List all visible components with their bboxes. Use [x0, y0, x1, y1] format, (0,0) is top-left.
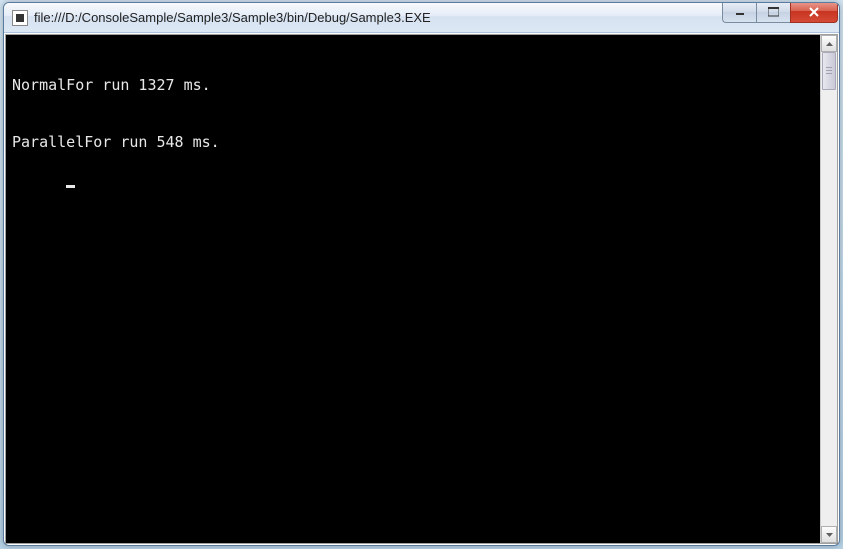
scroll-up-button[interactable]: [821, 35, 837, 52]
minimize-icon: [735, 7, 745, 17]
scroll-thumb[interactable]: [822, 52, 836, 90]
scroll-down-button[interactable]: [821, 526, 837, 543]
window-controls: [722, 3, 839, 32]
window-title: file:///D:/ConsoleSample/Sample3/Sample3…: [34, 10, 722, 25]
cursor: [66, 185, 75, 188]
console-line: NormalFor run 1327 ms.: [12, 76, 814, 95]
console-line: ParallelFor run 548 ms.: [12, 133, 814, 152]
minimize-button[interactable]: [722, 2, 756, 23]
app-icon: [12, 10, 28, 26]
vertical-scrollbar[interactable]: [820, 35, 837, 543]
maximize-icon: [768, 7, 779, 17]
scroll-track[interactable]: [821, 52, 837, 526]
close-button[interactable]: [790, 2, 838, 23]
console-output[interactable]: NormalFor run 1327 ms. ParallelFor run 5…: [6, 35, 820, 543]
close-icon: [808, 7, 820, 17]
chevron-up-icon: [825, 41, 834, 47]
title-bar[interactable]: file:///D:/ConsoleSample/Sample3/Sample3…: [4, 3, 839, 33]
client-area: NormalFor run 1327 ms. ParallelFor run 5…: [5, 34, 838, 544]
maximize-button[interactable]: [756, 2, 790, 23]
chevron-down-icon: [825, 532, 834, 538]
app-window: file:///D:/ConsoleSample/Sample3/Sample3…: [3, 2, 840, 546]
